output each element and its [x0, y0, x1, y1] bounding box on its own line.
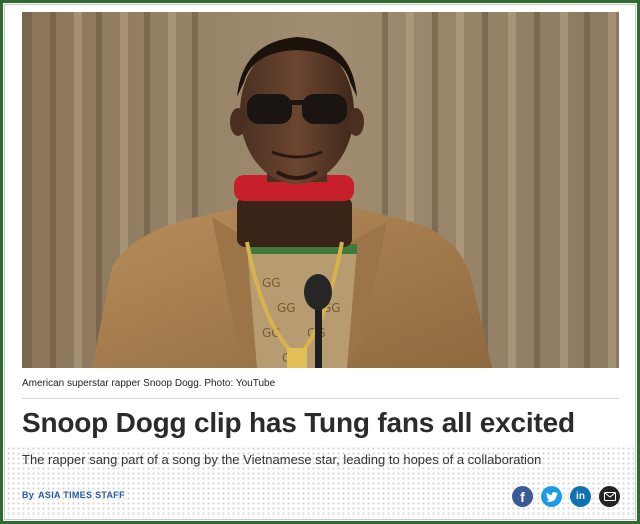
- byline: By ASIA TIMES STAFF: [22, 490, 125, 500]
- article-headline[interactable]: Snoop Dogg clip has Tung fans all excite…: [22, 407, 619, 439]
- svg-text:GG: GG: [262, 276, 281, 290]
- linkedin-icon: in: [576, 491, 585, 502]
- snoop-dogg-photo: GGGG GGGG GGGG GG: [22, 12, 619, 368]
- twitter-share-button[interactable]: [541, 486, 562, 507]
- facebook-icon: f: [520, 488, 525, 505]
- email-icon: [603, 492, 616, 501]
- twitter-icon: [545, 491, 558, 502]
- byline-prefix: By: [22, 490, 35, 500]
- caption-divider: [22, 398, 619, 399]
- linkedin-share-button[interactable]: in: [570, 486, 591, 507]
- byline-author[interactable]: ASIA TIMES STAFF: [38, 490, 125, 500]
- email-share-button[interactable]: [599, 486, 620, 507]
- article-photo[interactable]: GGGG GGGG GGGG GG: [22, 12, 619, 368]
- svg-text:GG: GG: [277, 301, 296, 315]
- article-subheadline: The rapper sang part of a song by the Vi…: [22, 452, 542, 467]
- photo-caption: American superstar rapper Snoop Dogg. Ph…: [22, 378, 276, 389]
- facebook-share-button[interactable]: f: [512, 486, 533, 507]
